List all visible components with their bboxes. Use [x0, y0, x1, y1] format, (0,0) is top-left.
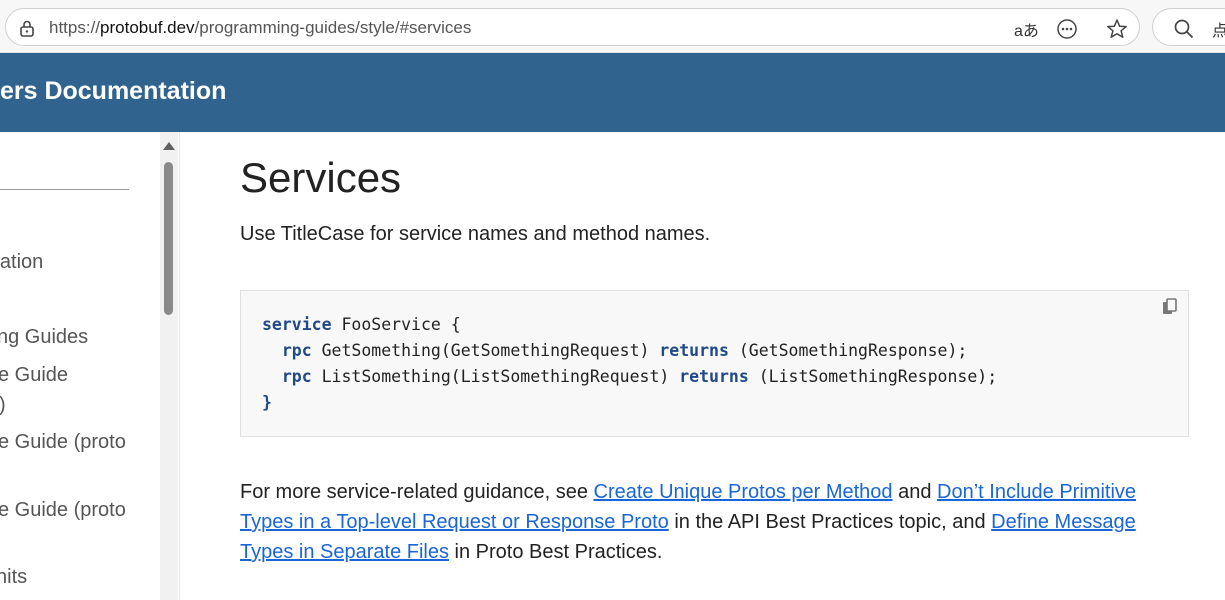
- url-path: /programming-guides/style/#services: [194, 18, 472, 37]
- sidebar-divider: [0, 189, 129, 190]
- url-text[interactable]: https://protobuf.dev/programming-guides/…: [49, 18, 471, 38]
- sidebar-item-language-guide-proto3[interactable]: e Guide (proto: [0, 499, 126, 522]
- para-text: For more service-related guidance, see: [240, 481, 594, 503]
- code-keyword: returns: [659, 341, 729, 360]
- url-host: protobuf.dev: [100, 18, 195, 37]
- code-text: (ListSomethingResponse);: [748, 367, 998, 386]
- code-line: }: [262, 393, 272, 412]
- code-keyword: rpc: [281, 367, 312, 386]
- search-icon: [1174, 19, 1194, 39]
- service-guidance-paragraph: For more service-related guidance, see C…: [240, 477, 1190, 567]
- code-block: service FooService { rpc GetSomething(Ge…: [240, 290, 1189, 437]
- site-title[interactable]: Buffers Documentation: [0, 77, 226, 106]
- para-text: and: [892, 481, 938, 503]
- more-options-icon[interactable]: [1056, 18, 1078, 40]
- browser-toolbar: https://protobuf.dev/programming-guides/…: [0, 0, 1225, 53]
- intro-text: Use TitleCase for service names and meth…: [240, 223, 711, 245]
- para-text: in the API Best Practices topic, and: [668, 511, 992, 533]
- url-prefix: https://: [49, 18, 101, 37]
- sidebar-item-installation[interactable]: llation: [0, 251, 43, 274]
- code-line: rpc ListSomething(ListSomethingRequest) …: [262, 367, 997, 386]
- read-aloud-icon[interactable]: aあ: [1014, 17, 1039, 41]
- search-box[interactable]: 点: [1152, 8, 1225, 46]
- address-bar[interactable]: https://protobuf.dev/programming-guides/…: [5, 8, 1140, 46]
- sidebar-item-limits[interactable]: nits: [0, 566, 27, 589]
- scrollbar-thumb[interactable]: [164, 162, 173, 315]
- code-keyword: returns: [679, 367, 749, 386]
- code-text: FooService {: [331, 315, 461, 334]
- code-line: rpc GetSomething(GetSomethingRequest) re…: [262, 341, 967, 360]
- sidebar-item-language-guide[interactable]: e Guide: [0, 364, 68, 387]
- sidebar-item-language-guide-proto2[interactable]: e Guide (proto: [0, 431, 126, 454]
- code-keyword: rpc: [281, 341, 312, 360]
- lock-icon[interactable]: [17, 18, 37, 38]
- code-text: GetSomething(GetSomethingRequest): [311, 341, 660, 360]
- code-text: ListSomething(ListSomethingRequest): [311, 367, 680, 386]
- sidebar-item-language-guide-cont[interactable]: ): [0, 394, 6, 417]
- search-text: 点: [1212, 23, 1225, 40]
- sidebar-item-programming-guides[interactable]: ng Guides: [0, 326, 88, 349]
- scroll-up-arrow-icon[interactable]: [163, 142, 175, 150]
- site-header: Buffers Documentation: [0, 53, 1225, 132]
- code-line: service FooService {: [262, 315, 461, 334]
- page-title: Services: [240, 154, 402, 201]
- favorite-star-icon[interactable]: [1106, 18, 1128, 40]
- code-brace: }: [262, 393, 272, 412]
- code-keyword: service: [262, 315, 332, 334]
- sidebar-nav: uffers llation ng Guides e Guide ) e Gui…: [0, 132, 180, 600]
- link-unique-protos[interactable]: Create Unique Protos per Method: [594, 481, 893, 503]
- code-text: (GetSomethingResponse);: [728, 341, 968, 360]
- para-text: in Proto Best Practices.: [449, 541, 663, 563]
- copy-icon[interactable]: [1160, 297, 1180, 317]
